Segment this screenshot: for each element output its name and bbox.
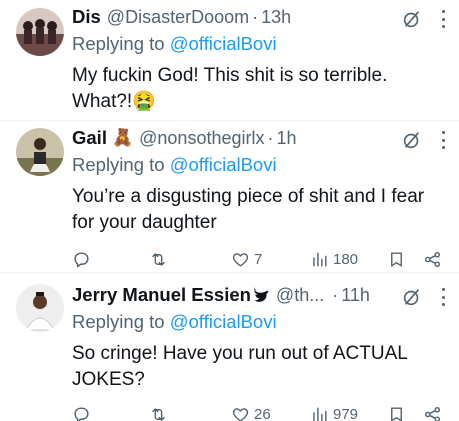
replying-prefix: Replying to <box>72 311 170 332</box>
tweet-text-line: JOKES? <box>72 369 145 390</box>
share-icon <box>424 406 441 421</box>
more-icon[interactable] <box>441 10 445 28</box>
bookmark-button[interactable] <box>387 405 406 421</box>
reply-icon <box>74 407 89 421</box>
tweet-text-line: So cringe! Have you run out of ACTUAL <box>72 343 408 364</box>
reply-feed: Dis @DisasterDooom · 13h Replying to @of… <box>0 0 459 421</box>
mention-link[interactable]: @officialBovi <box>170 33 277 54</box>
tweet-header: Gail 🧸 @nonsothegirlx · 1h <box>72 125 445 151</box>
user-handle[interactable]: @DisasterDooom <box>107 7 249 28</box>
tweet-text: You’re a disgusting piece of shit and I … <box>72 184 445 236</box>
reply-button[interactable] <box>72 405 91 421</box>
like-button[interactable]: 26 <box>231 405 271 421</box>
retweet-button[interactable] <box>149 250 168 269</box>
reply-icon <box>74 252 89 268</box>
more-icon[interactable] <box>441 131 445 149</box>
tweet-text: So cringe! Have you run out of ACTUAL JO… <box>72 341 445 393</box>
tweet-text-line: What?!🤮 <box>72 91 156 112</box>
tweet-text-line: My fuckin God! This shit is so terrible. <box>72 65 388 86</box>
tweet-text-line: for your daughter <box>72 212 217 233</box>
view-count: 979 <box>333 406 359 421</box>
bookmark-icon <box>391 407 402 421</box>
tweet-header: Dis @DisasterDooom · 13h <box>72 4 445 30</box>
grok-icon[interactable] <box>401 8 423 30</box>
tweet-header-actions <box>401 286 445 308</box>
retweet-button[interactable] <box>149 405 168 421</box>
timestamp[interactable]: 11h <box>341 285 370 306</box>
replying-to: Replying to @officialBovi <box>72 151 445 178</box>
tweet[interactable]: Jerry Manuel Essien @th... · 11h Replyin… <box>0 276 459 421</box>
views-button[interactable]: 180 <box>310 250 358 269</box>
replying-to: Replying to @officialBovi <box>72 308 445 335</box>
separator-dot: · <box>267 127 274 148</box>
separator-dot: · <box>332 284 339 305</box>
views-icon <box>313 252 327 267</box>
retweet-icon <box>152 408 165 421</box>
tweet-header-actions <box>401 8 445 30</box>
verified-icon <box>254 286 269 302</box>
like-icon <box>232 408 249 421</box>
timestamp[interactable]: 13h <box>261 7 291 28</box>
tweet-header-actions <box>401 129 445 151</box>
avatar[interactable] <box>16 8 64 56</box>
tweet-text-line: You’re a disgusting piece of shit and I … <box>72 186 425 207</box>
grok-icon[interactable] <box>401 129 423 151</box>
like-icon <box>232 253 249 267</box>
avatar[interactable] <box>16 128 64 176</box>
share-button[interactable] <box>423 250 442 269</box>
user-handle[interactable]: @nonsothegirlx <box>139 128 264 149</box>
replying-prefix: Replying to <box>72 33 170 54</box>
user-handle[interactable]: @th... <box>276 285 324 306</box>
divider <box>0 272 459 273</box>
display-name[interactable]: Jerry Manuel Essien <box>72 284 251 306</box>
like-count: 7 <box>254 251 263 268</box>
retweet-icon <box>152 253 165 266</box>
share-button[interactable] <box>423 405 442 421</box>
reply-button[interactable] <box>72 250 91 269</box>
separator-dot: · <box>252 6 259 27</box>
display-name[interactable]: Gail <box>72 127 107 149</box>
avatar[interactable] <box>16 284 64 332</box>
views-button[interactable]: 979 <box>310 405 358 421</box>
tweet-text: My fuckin God! This shit is so terrible.… <box>72 63 445 115</box>
tweet[interactable]: Dis @DisasterDooom · 13h Replying to @of… <box>0 0 459 115</box>
grok-icon[interactable] <box>401 286 423 308</box>
more-icon[interactable] <box>441 288 445 306</box>
view-count: 180 <box>333 251 359 268</box>
bookmark-button[interactable] <box>387 250 406 269</box>
display-name[interactable]: Dis <box>72 6 101 28</box>
mention-link[interactable]: @officialBovi <box>170 311 277 332</box>
action-bar: 26 979 <box>72 405 445 421</box>
bookmark-icon <box>391 252 402 267</box>
divider <box>0 120 459 121</box>
replying-prefix: Replying to <box>72 154 170 175</box>
share-icon <box>424 251 441 268</box>
like-count: 26 <box>254 406 271 421</box>
tweet-header: Jerry Manuel Essien @th... · 11h <box>72 282 445 308</box>
timestamp[interactable]: 1h <box>276 128 296 149</box>
like-button[interactable]: 7 <box>231 250 262 269</box>
name-emoji: 🧸 <box>111 128 134 147</box>
tweet[interactable]: Gail 🧸 @nonsothegirlx · 1h Replying to @… <box>0 122 459 280</box>
mention-link[interactable]: @officialBovi <box>170 154 277 175</box>
replying-to: Replying to @officialBovi <box>72 30 445 57</box>
views-icon <box>313 407 327 421</box>
